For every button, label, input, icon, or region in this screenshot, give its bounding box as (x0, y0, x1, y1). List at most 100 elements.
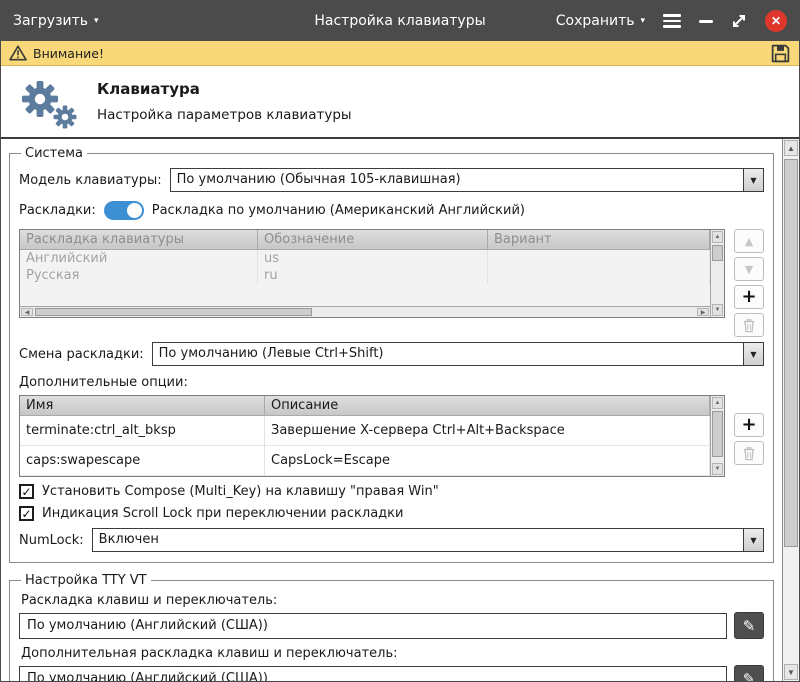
scroll-up-icon[interactable]: ▲ (784, 140, 798, 156)
delete-layout-button[interactable] (734, 313, 764, 337)
layout-name-cell: Английский (20, 250, 258, 267)
delete-option-button[interactable] (734, 441, 764, 465)
save-menu-button[interactable]: Сохранить ▾ (556, 13, 645, 29)
tty-layout-input[interactable]: По умолчанию (Английский (США)) (19, 613, 727, 639)
layout-code-cell: us (258, 250, 488, 267)
scrolllock-indicator-checkbox-label: Индикация Scroll Lock при переключении р… (42, 506, 403, 521)
warning-text: Внимание! (33, 46, 104, 61)
minimize-icon (699, 20, 713, 23)
scroll-up-icon[interactable]: ▲ (712, 397, 723, 409)
chevron-down-icon[interactable]: ▼ (743, 529, 763, 551)
keyboard-model-select[interactable]: По умолчанию (Обычная 105-клавишная) ▼ (170, 168, 764, 192)
move-up-button[interactable]: ▲ (734, 229, 764, 253)
tty-layout-label: Раскладка клавиш и переключатель: (21, 593, 764, 608)
vertical-scrollbar[interactable]: ▲ ▼ (710, 230, 724, 317)
vertical-scrollbar[interactable]: ▲ ▼ (710, 396, 724, 476)
tty-extra-layout-edit-button[interactable]: ✎ (734, 665, 764, 681)
expand-icon (731, 13, 747, 29)
trash-icon (742, 318, 756, 333)
tty-layout-field: Раскладка клавиш и переключатель: По умо… (19, 593, 764, 639)
scrollbar-thumb[interactable] (712, 245, 723, 261)
numlock-label: NumLock: (19, 533, 84, 548)
titlebar: Загрузить ▾ Настройка клавиатуры Сохрани… (1, 1, 799, 41)
minimize-button[interactable] (699, 20, 713, 23)
default-layout-toggle[interactable] (104, 201, 144, 220)
hamburger-icon (663, 14, 681, 28)
layout-name-cell: Русская (20, 267, 258, 284)
tty-layout-edit-button[interactable]: ✎ (734, 612, 764, 639)
system-group-legend: Система (21, 146, 87, 161)
table-row[interactable]: terminate:ctrl_alt_bksp Завершение X-сер… (20, 416, 710, 446)
layout-variant-cell (488, 250, 710, 267)
quick-save-button[interactable] (770, 43, 791, 64)
checkbox-checked[interactable]: ✓ (19, 506, 34, 521)
trash-icon (742, 446, 756, 461)
layouts-toggle-label: Раскладка по умолчанию (Американский Анг… (152, 203, 525, 218)
table-row[interactable]: caps:swapescape CapsLock=Escape (20, 446, 710, 476)
scrollbar-track[interactable] (712, 245, 723, 302)
options-table-block: Имя Описание terminate:ctrl_alt_bksp Зав… (19, 395, 764, 477)
options-table-header: Имя Описание (20, 396, 710, 416)
check-icon: ✓ (21, 508, 31, 520)
layout-switch-select[interactable]: По умолчанию (Левые Ctrl+Shift) ▼ (152, 342, 764, 366)
add-layout-button[interactable]: + (734, 285, 764, 309)
tty-vt-group: Настройка TTY VT Раскладка клавиш и пере… (9, 573, 774, 681)
warning-icon (9, 45, 27, 61)
main-vertical-scrollbar[interactable]: ▲ ▼ (782, 139, 799, 681)
layout-switch-label: Смена раскладки: (19, 347, 144, 362)
keyboard-settings-window: Загрузить ▾ Настройка клавиатуры Сохрани… (0, 0, 800, 682)
extra-options-label: Дополнительные опции: (19, 375, 764, 390)
app-header: Клавиатура Настройка параметров клавиату… (1, 66, 799, 137)
checkbox-checked[interactable]: ✓ (19, 484, 34, 499)
layouts-table-block: Раскладка клавиатуры Обозначение Вариант… (19, 229, 764, 337)
scrollbar-thumb[interactable] (784, 159, 798, 547)
compose-key-checkbox-row[interactable]: ✓ Установить Compose (Multi_Key) на клав… (19, 484, 764, 499)
content-area: Система Модель клавиатуры: По умолчанию … (1, 137, 799, 681)
chevron-down-icon[interactable]: ▼ (743, 343, 763, 365)
scrollbar-track[interactable] (784, 158, 798, 662)
table-row[interactable]: Английский us (20, 250, 710, 267)
scrollbar-track[interactable] (712, 411, 723, 461)
horizontal-scrollbar[interactable]: ◀ ▶ (20, 306, 710, 317)
keyboard-model-row: Модель клавиатуры: По умолчанию (Обычная… (19, 168, 764, 192)
table-empty-area (20, 284, 710, 306)
tty-extra-layout-field: Дополнительная раскладка клавиш и перекл… (19, 646, 764, 681)
warning-bar: Внимание! (1, 41, 799, 66)
compose-key-checkbox-label: Установить Compose (Multi_Key) на клавиш… (42, 484, 439, 499)
column-header: Раскладка клавиатуры (20, 230, 258, 249)
load-menu-button[interactable]: Загрузить ▾ (13, 13, 99, 29)
page-title: Клавиатура (97, 80, 352, 98)
table-row[interactable]: Русская ru (20, 267, 710, 284)
scrollbar-thumb[interactable] (35, 308, 312, 316)
scrollbar-track[interactable] (35, 308, 695, 316)
page-subtitle: Настройка параметров клавиатуры (97, 107, 352, 123)
scrollbar-thumb[interactable] (712, 411, 723, 457)
close-button[interactable]: ✕ (765, 10, 787, 32)
pencil-icon: ✎ (743, 670, 756, 682)
layout-switch-row: Смена раскладки: По умолчанию (Левые Ctr… (19, 342, 764, 366)
scroll-down-icon[interactable]: ▼ (712, 463, 723, 475)
scroll-right-icon[interactable]: ▶ (697, 308, 709, 316)
column-header: Вариант (488, 230, 710, 249)
keyboard-model-label: Модель клавиатуры: (19, 173, 162, 188)
option-name-cell: caps:swapescape (20, 446, 265, 475)
numlock-select[interactable]: Включен ▼ (92, 528, 764, 552)
chevron-down-icon[interactable]: ▼ (743, 169, 763, 191)
tty-extra-layout-label: Дополнительная раскладка клавиш и перекл… (21, 646, 764, 661)
tty-extra-layout-input[interactable]: По умолчанию (Английский (США)) (19, 666, 727, 682)
layout-variant-cell (488, 267, 710, 284)
main-menu-button[interactable] (663, 14, 681, 28)
column-header: Имя (20, 396, 265, 415)
move-down-button[interactable]: ▼ (734, 257, 764, 281)
scroll-up-icon[interactable]: ▲ (712, 231, 723, 243)
add-option-button[interactable]: + (734, 413, 764, 437)
system-group: Система Модель клавиатуры: По умолчанию … (9, 146, 774, 563)
layouts-table-buttons: ▲ ▼ + (734, 229, 764, 337)
maximize-button[interactable] (731, 13, 747, 29)
scroll-down-icon[interactable]: ▼ (784, 664, 798, 680)
scroll-down-icon[interactable]: ▼ (712, 304, 723, 316)
scroll-left-icon[interactable]: ◀ (21, 308, 33, 316)
check-icon: ✓ (21, 486, 31, 498)
tty-vt-group-legend: Настройка TTY VT (21, 573, 151, 588)
scrolllock-indicator-checkbox-row[interactable]: ✓ Индикация Scroll Lock при переключении… (19, 506, 764, 521)
